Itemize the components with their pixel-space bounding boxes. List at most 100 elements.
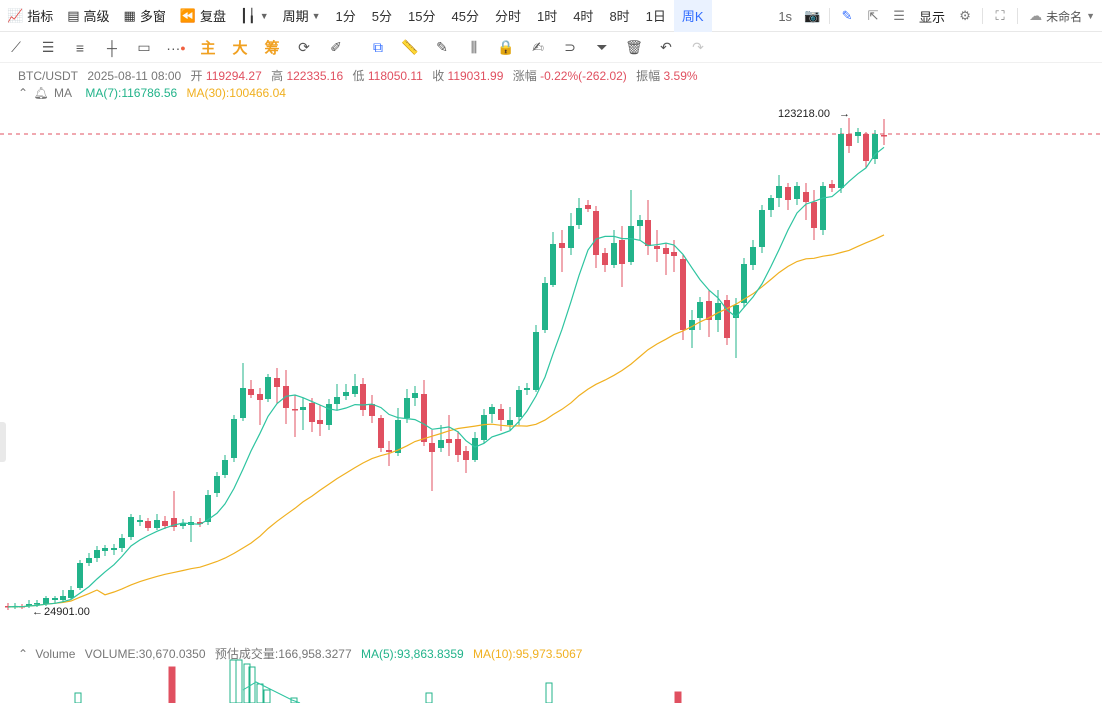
copy-icon[interactable]: ⧉ bbox=[362, 34, 394, 62]
high-price-marker: 123218.00 bbox=[778, 108, 830, 120]
fullscreen-icon[interactable]: ⛶ bbox=[987, 3, 1013, 29]
amplitude-label: 振幅 bbox=[636, 69, 661, 83]
layout-icon[interactable]: ☰ bbox=[886, 3, 912, 29]
period-1h[interactable]: 1时 bbox=[529, 0, 565, 32]
candle-body bbox=[863, 134, 869, 161]
period-timeshare[interactable]: 分时 bbox=[487, 0, 529, 32]
refresh-interval[interactable]: 1s bbox=[771, 0, 799, 32]
candle-body bbox=[481, 415, 487, 440]
candle-body bbox=[542, 283, 548, 330]
chart-type-dropdown[interactable]: ┃╽ ▼ bbox=[233, 0, 276, 32]
candle-body bbox=[855, 132, 861, 136]
drawing-toolbar: ⟋ ☰ ≡ ┼ ▭ ··· ● 主 大 筹 ⟳ ✐ ⧉ 📏 ✎ ⫼ 🔒 ✍ ⊃ ⏷… bbox=[0, 33, 1102, 63]
period-45m[interactable]: 45分 bbox=[443, 0, 486, 32]
filter-icon[interactable]: ⏷ bbox=[586, 34, 618, 62]
candle-body bbox=[838, 134, 844, 188]
candle-body bbox=[593, 211, 599, 255]
candle-body bbox=[489, 407, 495, 414]
magnet-icon[interactable]: ⊃ bbox=[554, 34, 586, 62]
volume-legend: ⌃ Volume VOLUME:30,670.0350 预估成交量:166,95… bbox=[18, 645, 588, 662]
chevron-down-icon: ▼ bbox=[311, 10, 321, 21]
period-8h[interactable]: 8时 bbox=[601, 0, 637, 32]
clear-drawing-icon[interactable]: ✐ bbox=[320, 34, 352, 62]
candle-body bbox=[60, 596, 66, 600]
candle-body bbox=[576, 208, 582, 225]
chips-button[interactable]: 筹 bbox=[256, 34, 288, 62]
rectangle-icon[interactable]: ▭ bbox=[128, 34, 160, 62]
collapse-icon[interactable]: ⌃ bbox=[18, 647, 28, 661]
sync-icon[interactable]: ⟳ bbox=[288, 34, 320, 62]
volume-bar bbox=[256, 683, 264, 703]
trend-line-icon[interactable]: ⟋ bbox=[0, 34, 32, 62]
camera-icon[interactable]: 📷 bbox=[799, 3, 825, 29]
candle-body bbox=[102, 548, 108, 551]
export-icon[interactable]: ⇱ bbox=[860, 3, 886, 29]
candle-body bbox=[846, 134, 852, 146]
volume-bar bbox=[263, 689, 271, 703]
gear-icon[interactable]: ⚙ bbox=[952, 3, 978, 29]
period-weekly[interactable]: 周K bbox=[673, 0, 712, 32]
candle-body bbox=[568, 226, 574, 248]
estimated-volume: 预估成交量:166,958.3277 bbox=[214, 647, 352, 661]
volume-value: VOLUME:30,670.0350 bbox=[84, 647, 206, 661]
period-dropdown[interactable]: 周期 ▼ bbox=[276, 0, 328, 32]
candle-body bbox=[214, 476, 220, 493]
display-button[interactable]: 显示 bbox=[912, 0, 952, 32]
volume-bar bbox=[545, 682, 553, 703]
redo-icon[interactable]: ↷ bbox=[682, 34, 714, 62]
volume-name: Volume bbox=[35, 647, 76, 661]
note-icon[interactable]: ✍ bbox=[522, 34, 554, 62]
candle-body bbox=[128, 517, 134, 537]
candle-body bbox=[309, 403, 315, 422]
candle-body bbox=[162, 521, 168, 526]
collapse-icon[interactable]: ⌃ bbox=[18, 86, 28, 100]
candle-body bbox=[145, 521, 151, 528]
candle-body bbox=[77, 563, 83, 588]
period-label: 周期 bbox=[282, 9, 309, 24]
candle-body bbox=[274, 378, 280, 387]
candle-body bbox=[111, 548, 117, 550]
volume-bar bbox=[74, 692, 82, 703]
candle-body bbox=[137, 520, 143, 522]
period-1d[interactable]: 1日 bbox=[638, 0, 674, 32]
main-chart-button[interactable]: 主 bbox=[192, 34, 224, 62]
volume-bar bbox=[235, 659, 243, 703]
multi-window-button[interactable]: ▦ 多窗 bbox=[117, 0, 173, 32]
candle-body bbox=[463, 451, 469, 460]
bars-icon[interactable]: ⫼ bbox=[458, 34, 490, 62]
pencil-icon[interactable]: ✎ bbox=[834, 3, 860, 29]
chart-line-icon: 📈 bbox=[7, 7, 24, 23]
trash-icon[interactable]: 🗑 bbox=[618, 34, 650, 62]
channel-icon[interactable]: ≡ bbox=[64, 34, 96, 62]
candle-body bbox=[386, 450, 392, 452]
undo-icon[interactable]: ↶ bbox=[650, 34, 682, 62]
replay-button[interactable]: ⏪ 复盘 bbox=[173, 0, 233, 32]
ma30-line bbox=[7, 234, 885, 608]
big-order-button[interactable]: 大 bbox=[224, 34, 256, 62]
parallel-lines-icon[interactable]: ☰ bbox=[32, 34, 64, 62]
candle-body bbox=[43, 598, 49, 604]
brush-icon[interactable]: ✎ bbox=[426, 34, 458, 62]
close-value: 119031.99 bbox=[447, 69, 504, 83]
horizontal-line-icon[interactable]: ┼ bbox=[96, 34, 128, 62]
candle-body bbox=[585, 205, 591, 209]
ohlc-legend: BTC/USDT 2025-08-11 08:00 开 119294.27 高 … bbox=[18, 67, 704, 84]
side-panel-handle[interactable] bbox=[0, 422, 6, 462]
candle-body bbox=[759, 210, 765, 247]
price-chart[interactable]: 123218.00 → ← 24901.00 bbox=[0, 100, 1102, 703]
indicators-button[interactable]: 📈 指标 bbox=[0, 0, 60, 32]
period-15m[interactable]: 15分 bbox=[400, 0, 443, 32]
advanced-button[interactable]: ▤ 高级 bbox=[60, 0, 116, 32]
candle-body bbox=[292, 409, 298, 411]
close-label: 收 bbox=[432, 69, 445, 83]
period-1m[interactable]: 1分 bbox=[328, 0, 364, 32]
period-4h[interactable]: 4时 bbox=[565, 0, 601, 32]
candle-body bbox=[829, 184, 835, 188]
period-5m[interactable]: 5分 bbox=[364, 0, 400, 32]
ruler-icon[interactable]: 📏 bbox=[394, 34, 426, 62]
bell-icon[interactable]: 🔔︎ bbox=[33, 86, 48, 100]
workspace-dropdown[interactable]: ☁ 未命名 ▼ bbox=[1022, 0, 1102, 32]
more-icon[interactable]: ··· ● bbox=[160, 34, 192, 62]
lock-icon[interactable]: 🔒 bbox=[490, 34, 522, 62]
